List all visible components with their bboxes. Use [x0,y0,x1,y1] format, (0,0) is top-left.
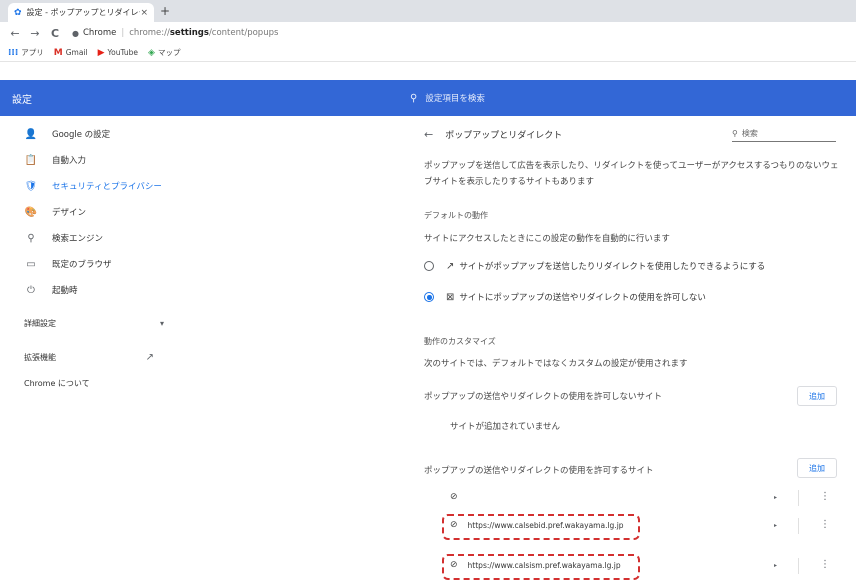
sidebar-item-security[interactable]: 🛡 セキュリティとプライバシー [24,180,162,193]
address-bar[interactable]: ● Chrome | chrome://settings/content/pop… [72,28,278,38]
content-title: ポップアップとリダイレクト [445,131,563,141]
more-actions-icon[interactable]: ⋮ [820,519,830,530]
address-separator: | [121,28,125,38]
expand-arrow-icon[interactable]: ▸ [774,562,777,569]
apps-icon: ⁞⁞⁞ [8,47,19,58]
search-icon: ⚲ [732,129,738,138]
site-info-icon[interactable]: ● [72,29,79,38]
site-blocked-icon: ⊘ [450,560,458,570]
allow-list-title: ポップアップの送信やリダイレクトの使用を許可するサイト [424,466,654,476]
reload-button[interactable]: C [48,27,62,40]
blocked-popup-icon: ⊠ [446,291,455,303]
allowed-site-row[interactable]: ⊘ https://www.calsebid.pref.wakayama.lg.j… [450,520,624,530]
option-block-popups[interactable]: ⊠ サイトにポップアップの送信やリダイレクトの使用を許可しない [424,291,706,303]
row-separator [798,518,799,534]
block-list-empty: サイトが追加されていません [450,422,560,432]
allowed-site-row[interactable]: ⊘ [450,492,468,502]
back-arrow-icon[interactable]: ← [424,128,433,141]
search-icon: ⚲ [410,92,418,104]
row-separator [798,490,799,506]
search-icon: ⚲ [27,232,35,244]
gmail-icon: M [53,47,63,58]
expand-arrow-icon[interactable]: ▸ [774,522,777,529]
content-description: ポップアップを送信して広告を表示したり、リダイレクトを使ってユーザーがアクセスす… [424,161,839,187]
sidebar-about[interactable]: Chrome について [24,378,90,389]
settings-header: 設定 ⚲ 設定項目を検索 [0,80,856,116]
tab-title: 設定 - ポップアップとリダイレクト [26,8,141,17]
allowed-site-row[interactable]: ⊘ https://www.calsism.pref.wakayama.lg.jp [450,560,621,570]
more-actions-icon[interactable]: ⋮ [820,559,830,570]
open-external-icon: ↗ [446,260,455,272]
power-icon: ⏻ [27,284,35,296]
new-tab-button[interactable]: + [160,3,170,19]
toolbar: ← → C ● Chrome | chrome://settings/conte… [0,22,856,44]
more-actions-icon[interactable]: ⋮ [820,491,830,502]
option-allow-popups[interactable]: ↗ サイトがポップアップを送信したりリダイレクトを使用したりできるようにする [424,260,765,272]
page-title: 設定 [12,95,32,106]
address-url: chrome://settings/content/popups [129,28,279,38]
row-separator [798,558,799,574]
chevron-down-icon: ▾ [159,319,164,328]
sidebar-item-autofill[interactable]: 📋 自動入力 [24,154,86,167]
youtube-icon: ▶ [97,47,105,58]
expand-arrow-icon[interactable]: ▸ [774,494,777,501]
bookmark-gmail[interactable]: M Gmail [54,48,88,58]
add-allow-site-button[interactable]: 追加 [797,458,837,478]
content-title-row: ← ポップアップとリダイレクト [424,128,562,141]
radio-block[interactable] [424,292,434,302]
forward-button[interactable]: → [28,27,42,40]
clipboard-icon: 📋 [24,154,38,166]
block-list-title: ポップアップの送信やリダイレクトの使用を許可しないサイト [424,392,663,402]
person-icon: 👤 [24,128,38,140]
sidebar-item-search-engine[interactable]: ⚲ 検索エンジン [24,232,103,245]
sidebar-item-design[interactable]: 🎨 デザイン [24,206,86,219]
site-url: https://www.calsism.pref.wakayama.lg.jp [467,560,621,570]
sidebar-extensions[interactable]: 拡張機能 ↗ [24,352,154,363]
bookmark-youtube[interactable]: ▶ YouTube [98,48,138,58]
palette-icon: 🎨 [24,206,38,218]
add-block-site-button[interactable]: 追加 [797,386,837,406]
gear-icon: ✿ [14,7,22,18]
default-behavior-title: デフォルトの動作 [424,211,488,220]
sidebar-item-default-browser[interactable]: ▭ 既定のブラウザ [24,258,111,271]
browser-icon: ▭ [26,258,36,270]
default-behavior-desc: サイトにアクセスしたときにこの設定の動作を自動的に行います [424,234,670,244]
sidebar-item-startup[interactable]: ⏻ 起動時 [24,284,77,297]
customize-desc: 次のサイトでは、デフォルトではなくカスタムの設定が使用されます [424,359,688,369]
bookmarks-bar: ⁞⁞⁞ アプリ M Gmail ▶ YouTube ◈ マップ [0,44,856,62]
customize-title: 動作のカスタマイズ [424,337,496,346]
tab-strip: ✿ 設定 - ポップアップとリダイレクト × + [0,0,856,22]
content-search-input[interactable]: ⚲ 検索 [732,126,836,142]
site-blocked-icon: ⊘ [450,520,458,530]
bookmark-maps[interactable]: ◈ マップ [148,47,180,58]
open-external-icon: ↗ [145,352,154,363]
shield-icon: 🛡 [24,180,38,192]
tab-settings[interactable]: ✿ 設定 - ポップアップとリダイレクト × [8,3,154,22]
bookmark-apps[interactable]: ⁞⁞⁞ アプリ [8,47,44,58]
maps-icon: ◈ [148,47,155,58]
back-button[interactable]: ← [8,27,22,40]
site-url: https://www.calsebid.pref.wakayama.lg.jp [467,520,624,530]
tab-close-icon[interactable]: × [140,8,148,18]
sidebar: 詳細設定 ▾ 拡張機能 ↗ Chrome について 👤 Google の設定 📋 自動… [0,116,410,579]
address-chip: Chrome [82,28,117,38]
main-content: ← ポップアップとリダイレクト ⚲ 検索 ポップアップを送信して広告を表示したり… [410,116,856,580]
sidebar-item-google[interactable]: 👤 Google の設定 [24,128,110,141]
settings-search-input[interactable]: ⚲ 設定項目を検索 [410,92,485,105]
site-blocked-icon: ⊘ [450,492,458,502]
radio-allow[interactable] [424,261,434,271]
sidebar-advanced[interactable]: 詳細設定 ▾ [24,318,164,329]
